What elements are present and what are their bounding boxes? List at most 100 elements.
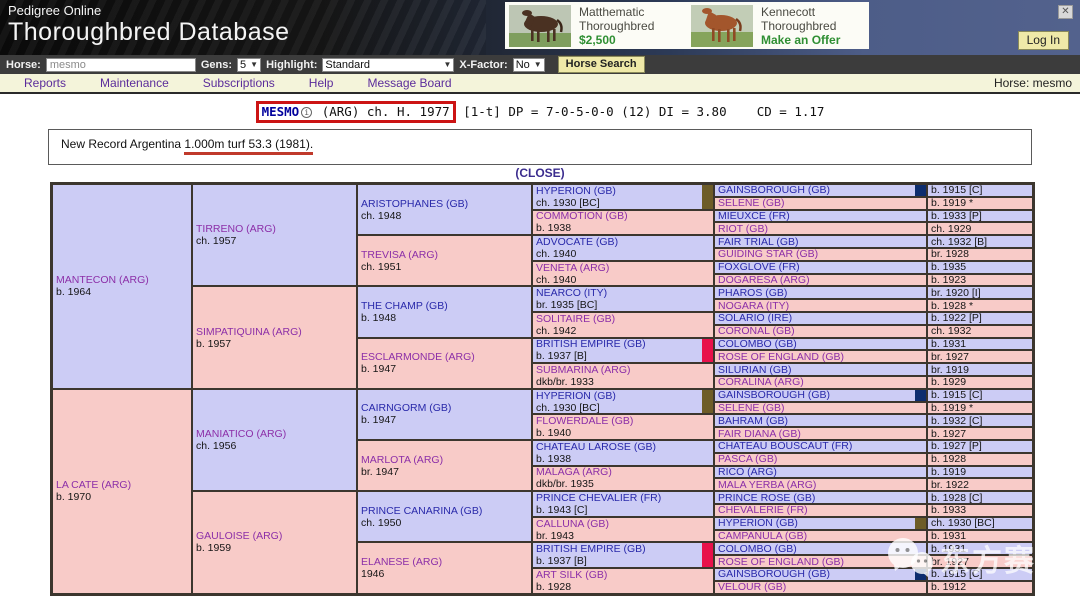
horse-link[interactable]: ROSE OF ENGLAND (GB) [718,351,926,363]
horse-link[interactable]: MARLOTA (ARG) [361,454,531,466]
highlight-label: Highlight: [266,59,317,71]
close-link[interactable]: (CLOSE) [0,166,1080,180]
horse-link[interactable]: NEARCO (ITY) [536,287,713,299]
horse-link[interactable]: CHATEAU BOUSCAUT (FR) [718,440,926,452]
horse-search-input[interactable]: mesmo [46,58,196,72]
horse-link[interactable]: PHAROS (GB) [718,287,926,299]
horse-link[interactable]: HYPERION (GB) [718,517,926,529]
horse-link[interactable]: DOGARESA (ARG) [718,274,926,286]
horse-link[interactable]: CORONAL (GB) [718,325,926,337]
horse-link[interactable]: HYPERION (GB) [536,390,713,402]
horse-link[interactable]: SOLARIO (IRE) [718,312,926,324]
horse-link[interactable]: CAIRNGORM (GB) [361,402,531,414]
horse-link[interactable]: CALLUNA (GB) [536,518,713,530]
horse-link[interactable]: CAMPANULA (GB) [718,530,926,542]
horse-link[interactable]: BRITISH EMPIRE (GB) [536,543,713,555]
nav-item-subscriptions[interactable]: Subscriptions [203,76,275,90]
horse-link[interactable]: RIOT (GB) [718,223,926,235]
nav-item-help[interactable]: Help [309,76,334,90]
horse-detail: 1946 [361,568,531,580]
horse-detail: b. 1948 [361,312,531,324]
horse-link[interactable]: FAIR DIANA (GB) [718,428,926,440]
chef-marker [915,569,926,580]
horse-link[interactable]: SIMPATIQUINA (ARG) [196,326,356,338]
horse-link[interactable]: CHEVALERIE (FR) [718,504,926,516]
horse-link[interactable]: SUBMARINA (ARG) [536,364,713,376]
horse-year: b. 1927 [931,428,1032,440]
horse-link[interactable]: MALAGA (ARG) [536,466,713,478]
horse-link[interactable]: THE CHAMP (GB) [361,300,531,312]
nav-item-reports[interactable]: Reports [24,76,66,90]
horse-year: b. 1928 * [931,300,1032,312]
highlight-select[interactable]: Standard▼ [322,58,454,72]
horse-link[interactable]: FOXGLOVE (FR) [718,261,926,273]
horse-link[interactable]: SELENE (GB) [718,197,926,209]
horse-link[interactable]: BRITISH EMPIRE (GB) [536,338,713,350]
horse-link[interactable]: SELENE (GB) [718,402,926,414]
horse-detail: b. 1957 [196,338,356,350]
horse-link[interactable]: VENETA (ARG) [536,262,713,274]
gens-select[interactable]: 5▼ [237,58,261,72]
info-icon[interactable]: i [301,107,312,118]
horse-search-button[interactable]: Horse Search [558,56,645,73]
horse-link[interactable]: MANIATICO (ARG) [196,428,356,440]
horse-link[interactable]: PRINCE ROSE (GB) [718,492,926,504]
chef-marker [702,185,713,209]
horse-detail: dkb/br. 1933 [536,376,713,388]
horse-link[interactable]: PRINCE CHEVALIER (FR) [536,492,713,504]
horse-link[interactable]: MALA YERBA (ARG) [718,479,926,491]
horse-link[interactable]: HYPERION (GB) [536,185,713,197]
horse-link[interactable]: VELOUR (GB) [718,581,926,593]
horse-link[interactable]: COLOMBO (GB) [718,338,926,350]
ad-unit-2[interactable]: Kennecott Thoroughbred Make an Offer [687,2,869,49]
horse-link[interactable]: FLOWERDALE (GB) [536,415,713,427]
horse-link[interactable]: RICO (ARG) [718,466,926,478]
horse-link[interactable]: CORALINA (ARG) [718,376,926,388]
pedigree-cell: ADVOCATE (GB)ch. 1940 [532,235,714,261]
horse-link[interactable]: GAINSBOROUGH (GB) [718,184,926,196]
pedigree-cell: LA CATE (ARG)b. 1970 [52,389,192,594]
nav-item-maintenance[interactable]: Maintenance [100,76,169,90]
horse-link[interactable]: COMMOTION (GB) [536,210,713,222]
pedigree-cell: COLOMBO (GB) [714,542,927,555]
pedigree-cell: BRITISH EMPIRE (GB)b. 1937 [B] [532,338,714,364]
login-button[interactable]: Log In [1018,31,1069,50]
nav-item-message-board[interactable]: Message Board [367,76,451,90]
ad-horse-photo [509,5,571,47]
horse-link[interactable]: COLOMBO (GB) [718,543,926,555]
horse-link[interactable]: MIEUXCE (FR) [718,210,926,222]
close-ad-icon[interactable]: ✕ [1058,5,1073,19]
horse-link[interactable]: GUIDING STAR (GB) [718,248,926,260]
horse-detail: b. 1937 [B] [536,350,713,362]
horse-year-cell: b. 1928 [C] [927,491,1033,504]
xfactor-select[interactable]: No▼ [513,58,545,72]
chef-marker [915,518,926,529]
horse-link[interactable]: ARISTOPHANES (GB) [361,198,531,210]
horse-year-cell: b. 1919 * [927,402,1033,415]
horse-year-cell: b. 1915 [C] [927,568,1033,581]
horse-link[interactable]: GAINSBOROUGH (GB) [718,389,926,401]
horse-link[interactable]: ADVOCATE (GB) [536,236,713,248]
ad-unit-1[interactable]: Matthematic Thoroughbred $2,500 [505,2,687,49]
horse-link[interactable]: CHATEAU LAROSE (GB) [536,441,713,453]
horse-link[interactable]: ESCLARMONDE (ARG) [361,351,531,363]
pedigree-cell: TREVISA (ARG)ch. 1951 [357,235,532,286]
horse-link[interactable]: PASCA (GB) [718,453,926,465]
horse-link[interactable]: ART SILK (GB) [536,569,713,581]
pedigree-cell: RIOT (GB) [714,222,927,235]
horse-link[interactable]: ROSE OF ENGLAND (GB) [718,556,926,568]
horse-link[interactable]: FAIR TRIAL (GB) [718,236,926,248]
horse-link[interactable]: LA CATE (ARG) [56,479,191,491]
horse-link[interactable]: GAULOISE (ARG) [196,530,356,542]
pedigree-cell: PASCA (GB) [714,453,927,466]
horse-link[interactable]: GAINSBOROUGH (GB) [718,568,926,580]
horse-link[interactable]: ELANESE (ARG) [361,556,531,568]
horse-link[interactable]: SOLITAIRE (GB) [536,313,713,325]
horse-link[interactable]: SILURIAN (GB) [718,364,926,376]
horse-link[interactable]: BAHRAM (GB) [718,415,926,427]
horse-link[interactable]: PRINCE CANARINA (GB) [361,505,531,517]
horse-link[interactable]: NOGARA (ITY) [718,300,926,312]
horse-link[interactable]: TIRRENO (ARG) [196,223,356,235]
horse-link[interactable]: MANTECON (ARG) [56,274,191,286]
horse-link[interactable]: TREVISA (ARG) [361,249,531,261]
